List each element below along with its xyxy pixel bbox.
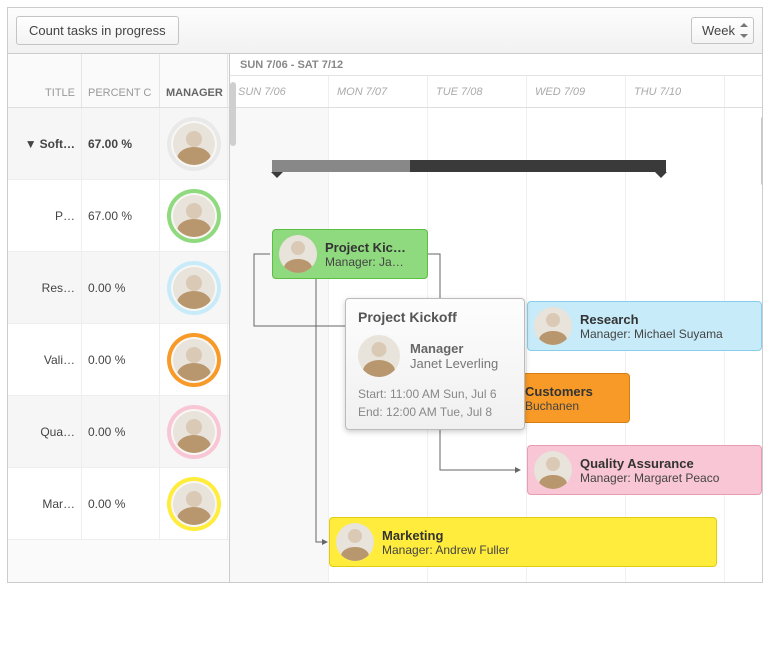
tooltip-manager-label: Manager (410, 341, 498, 356)
task-subtitle: Buchanen (525, 399, 593, 413)
day-header: WED 7/09 (527, 76, 626, 107)
title-text: Mar… (42, 497, 75, 511)
splitter-thumb[interactable] (230, 82, 236, 146)
title-text: Soft… (40, 137, 75, 151)
task-avatar (532, 305, 574, 347)
cell-manager (160, 324, 228, 395)
expand-icon[interactable]: ▼ (25, 137, 37, 151)
task-bar-mkt[interactable]: MarketingManager: Andrew Fuller (329, 517, 717, 567)
cell-percent: 67.00 % (82, 108, 160, 179)
table-row[interactable]: Qua… 0.00 % (8, 396, 229, 468)
tooltip-start: Start: 11:00 AM Sun, Jul 6 (358, 387, 512, 401)
table-row[interactable]: ▼Soft…67.00 % (8, 108, 229, 180)
scrollbar-thumb[interactable] (761, 116, 762, 186)
task-title: Project Kic… (325, 240, 406, 255)
table-row[interactable]: Mar… 0.00 % (8, 468, 229, 540)
title-text: Vali… (44, 353, 75, 367)
gantt-app: Count tasks in progress Week TITLE PERCE… (7, 7, 763, 583)
grid-header: TITLE PERCENT C MANAGER (8, 54, 229, 108)
task-tooltip: Project Kickoff Manager Janet Leverling … (345, 298, 525, 430)
avatar (167, 333, 221, 387)
day-header: SUN 7/06 (230, 76, 329, 107)
avatar (167, 405, 221, 459)
timeline-range-label: SUN 7/06 - SAT 7/12 (230, 54, 762, 76)
tooltip-title: Project Kickoff (358, 309, 512, 325)
tooltip-avatar (358, 335, 400, 377)
timeline-scrollbar[interactable] (757, 116, 762, 536)
title-text: Qua… (40, 425, 75, 439)
timeline[interactable]: SUN 7/06 - SAT 7/12 SUN 7/06MON 7/07TUE … (230, 54, 762, 583)
timeline-days-header: SUN 7/06MON 7/07TUE 7/08WED 7/09THU 7/10 (230, 76, 762, 108)
col-manager[interactable]: MANAGER (160, 54, 228, 107)
task-subtitle: Manager: Margaret Peaco (580, 471, 719, 485)
view-range-select[interactable]: Week (691, 17, 754, 44)
cell-manager (160, 108, 228, 179)
cell-percent: 67.00 % (82, 180, 160, 251)
table-row[interactable]: Res… 0.00 % (8, 252, 229, 324)
cell-manager (160, 180, 228, 251)
count-tasks-button[interactable]: Count tasks in progress (16, 16, 179, 45)
col-percent[interactable]: PERCENT C (82, 54, 160, 107)
title-text: P… (55, 209, 75, 223)
task-bar-qa[interactable]: Quality AssuranceManager: Margaret Peaco (527, 445, 762, 495)
table-row[interactable]: P… 67.00 % (8, 180, 229, 252)
day-header: MON 7/07 (329, 76, 428, 107)
task-subtitle: Manager: Ja… (325, 255, 406, 269)
task-grid: TITLE PERCENT C MANAGER ▼Soft…67.00 %P…6… (8, 54, 230, 583)
avatar (167, 477, 221, 531)
task-title: Research (580, 312, 723, 327)
task-title: Marketing (382, 528, 509, 543)
task-avatar (334, 521, 376, 563)
avatar (167, 117, 221, 171)
avatar (167, 261, 221, 315)
task-subtitle: Manager: Andrew Fuller (382, 543, 509, 557)
title-text: Res… (42, 281, 75, 295)
task-subtitle: Manager: Michael Suyama (580, 327, 723, 341)
task-bar-kickoff[interactable]: Project Kic…Manager: Ja… (272, 229, 428, 279)
timeline-column (230, 108, 329, 583)
cell-title: Mar… (8, 468, 82, 539)
cell-title: ▼Soft… (8, 108, 82, 179)
tooltip-end: End: 12:00 AM Tue, Jul 8 (358, 405, 512, 419)
cell-title: Qua… (8, 396, 82, 467)
cell-title: P… (8, 180, 82, 251)
cell-title: Res… (8, 252, 82, 323)
table-row[interactable]: Vali… 0.00 % (8, 324, 229, 396)
cell-percent: 0.00 % (82, 468, 160, 539)
cell-title: Vali… (8, 324, 82, 395)
summary-progress (272, 160, 410, 172)
cell-manager (160, 252, 228, 323)
task-avatar (277, 233, 319, 275)
cell-manager (160, 468, 228, 539)
timeline-body[interactable]: Project Kic…Manager: Ja…ResearchManager:… (230, 108, 762, 583)
cell-percent: 0.00 % (82, 324, 160, 395)
day-header: THU 7/10 (626, 76, 725, 107)
day-header: TUE 7/08 (428, 76, 527, 107)
task-avatar (532, 449, 574, 491)
content-body: TITLE PERCENT C MANAGER ▼Soft…67.00 %P…6… (8, 54, 762, 583)
task-bar-research[interactable]: ResearchManager: Michael Suyama (527, 301, 762, 351)
cell-percent: 0.00 % (82, 252, 160, 323)
grid-rows: ▼Soft…67.00 %P…67.00 %Res…0.00 %Vali…0.0… (8, 108, 229, 540)
cell-percent: 0.00 % (82, 396, 160, 467)
summary-bar[interactable] (272, 160, 666, 172)
col-title[interactable]: TITLE (8, 54, 82, 107)
task-title: Customers (525, 384, 593, 399)
task-bar-validate[interactable]: CustomersBuchanen (520, 373, 630, 423)
avatar (167, 189, 221, 243)
task-title: Quality Assurance (580, 456, 719, 471)
toolbar: Count tasks in progress Week (8, 8, 762, 54)
tooltip-manager-name: Janet Leverling (410, 356, 498, 371)
cell-manager (160, 396, 228, 467)
